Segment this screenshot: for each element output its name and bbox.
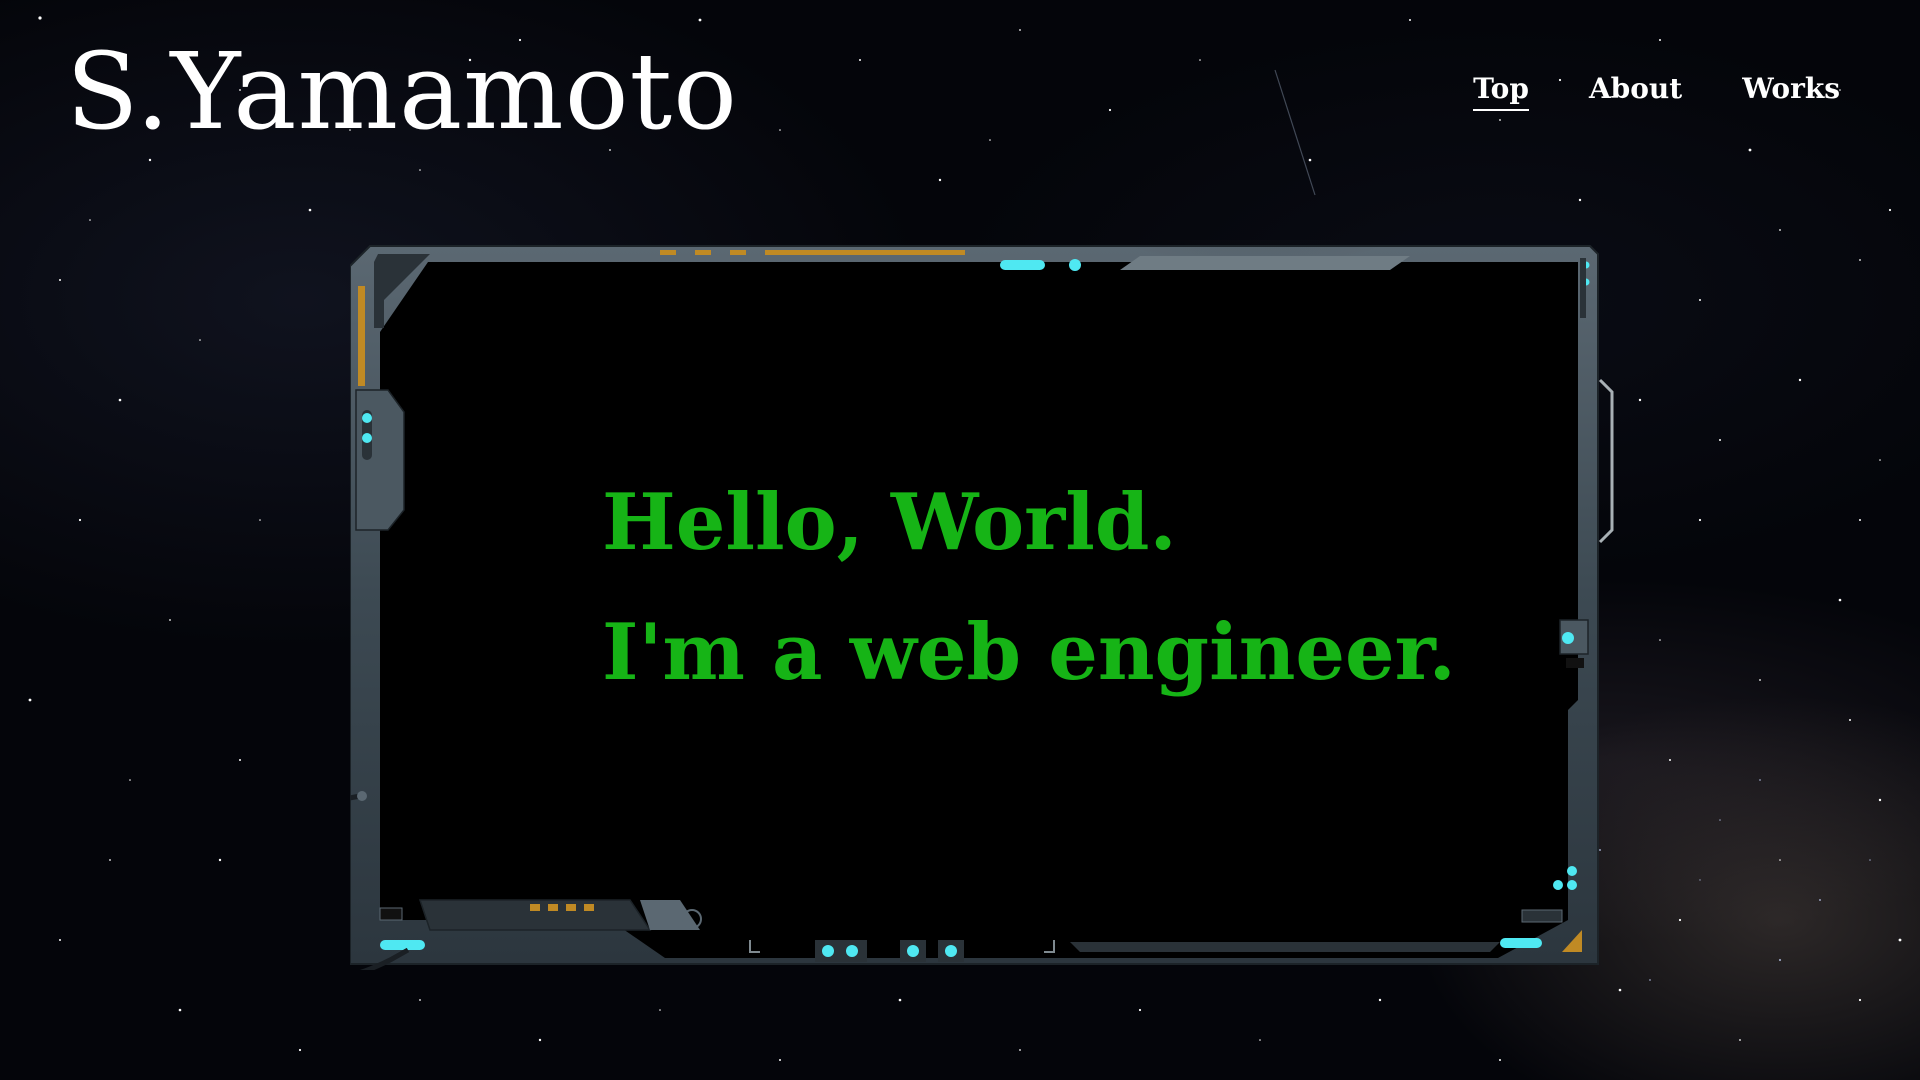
site-header: S.Yamamoto Top About Works [0,0,1920,200]
site-title[interactable]: S.Yamamoto [66,33,738,151]
nav-link-top[interactable]: Top [1473,72,1529,111]
hero-line-hello: Hello, World. [602,477,1177,568]
hero-monitor-frame: Hello, World. I'm a web engineer. [350,240,1630,970]
page: S.Yamamoto Top About Works Hello, World.… [0,0,1920,1080]
nav-link-works[interactable]: Works [1742,72,1840,111]
hero-message: Hello, World. I'm a web engineer. [602,458,1456,718]
nav-link-about[interactable]: About [1589,72,1682,111]
hero-line-intro: I'm a web engineer. [602,607,1456,698]
global-nav: Top About Works [1473,72,1840,111]
